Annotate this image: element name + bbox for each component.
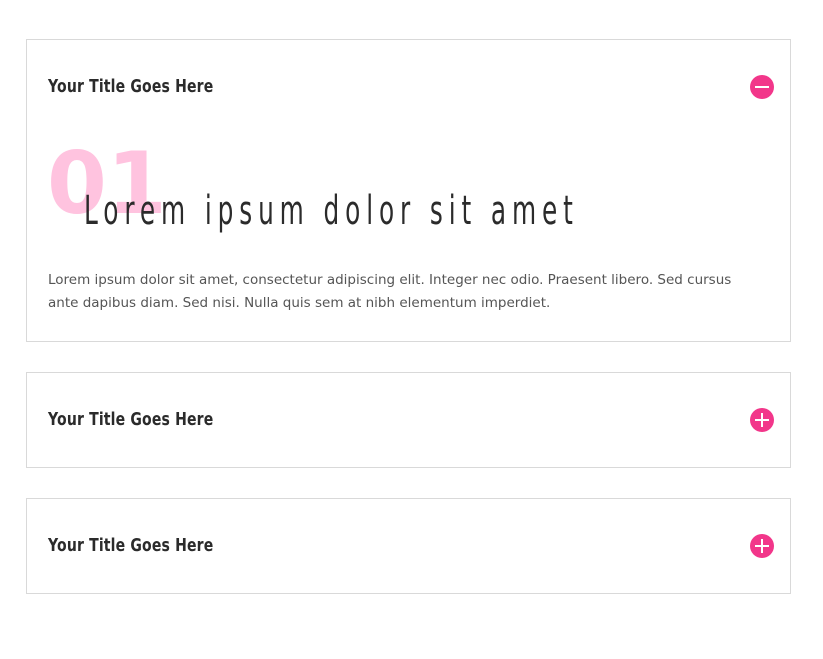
accordion-content-1: 01 Lorem ipsum dolor sit amet Lorem ipsu… xyxy=(27,134,790,340)
accordion-header-1[interactable]: Your Title Goes Here xyxy=(27,40,790,134)
plus-bar-vertical xyxy=(761,413,763,427)
accordion-title-1: Your Title Goes Here xyxy=(48,76,214,97)
accordion-header-2[interactable]: Your Title Goes Here xyxy=(27,373,790,467)
accordion-title-2: Your Title Goes Here xyxy=(48,409,214,430)
plus-icon[interactable] xyxy=(750,408,774,432)
accordion-item-1: Your Title Goes Here 01 Lorem ipsum dolo… xyxy=(26,39,791,342)
accordion-title-3: Your Title Goes Here xyxy=(48,535,214,556)
minus-icon[interactable] xyxy=(750,75,774,99)
accordion-header-3[interactable]: Your Title Goes Here xyxy=(27,499,790,593)
content-text: Lorem ipsum dolor sit amet, consectetur … xyxy=(48,272,732,311)
minus-bar xyxy=(755,86,769,88)
plus-bar-vertical xyxy=(761,539,763,553)
plus-icon[interactable] xyxy=(750,534,774,558)
accordion-item-2: Your Title Goes Here xyxy=(26,372,791,468)
content-heading: Lorem ipsum dolor sit amet xyxy=(84,188,579,234)
accordion-item-3: Your Title Goes Here xyxy=(26,498,791,594)
